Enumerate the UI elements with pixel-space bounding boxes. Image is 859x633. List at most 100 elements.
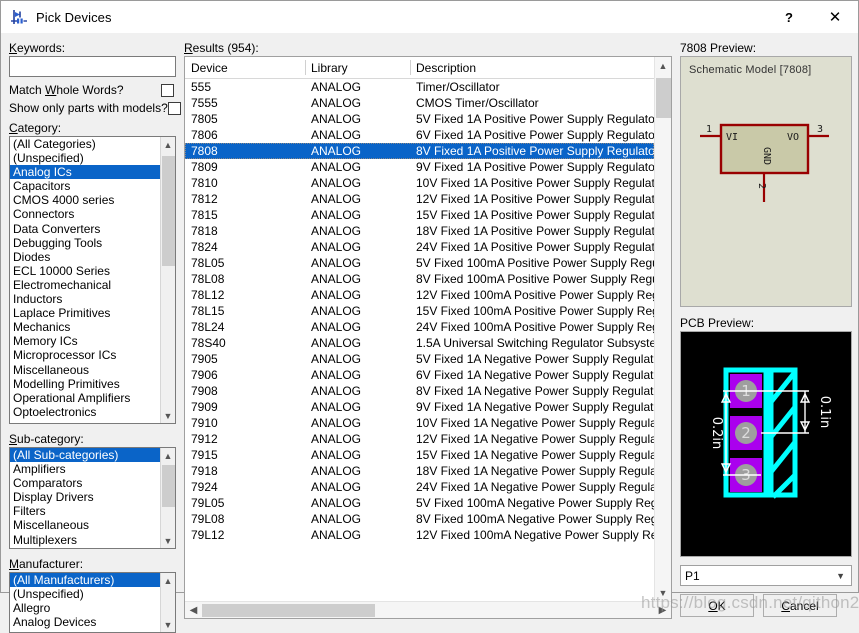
close-button[interactable]: ✕ [812,1,858,33]
subcategory-item[interactable]: Miscellaneous [10,518,160,532]
category-scrollbar[interactable]: ▲ ▼ [160,137,175,423]
category-item[interactable]: Miscellaneous [10,363,160,377]
subcategory-item[interactable]: Comparators [10,476,160,490]
category-item[interactable]: CMOS 4000 series [10,193,160,207]
subcategory-item[interactable]: Multiplexers [10,533,160,547]
scroll-track[interactable] [202,602,654,619]
chevron-down-icon[interactable]: ▼ [161,408,176,423]
subcategory-item[interactable]: Amplifiers [10,462,160,476]
results-horizontal-scrollbar[interactable]: ◀ ▶ [185,601,671,618]
manufacturer-item[interactable]: (Unspecified) [10,587,160,601]
category-item[interactable]: Memory ICs [10,334,160,348]
table-row[interactable]: 7818 ANALOG 18V Fixed 1A Positive Power Su… [185,223,654,239]
chevron-up-icon[interactable]: ▲ [161,573,176,588]
schematic-preview[interactable]: Schematic Model [7808] VI VO GND 1 3 2 [680,56,852,307]
table-row[interactable]: 7906 ANALOG 6V Fixed 1A Negative Power Sup… [185,367,654,383]
help-button[interactable]: ? [766,1,812,33]
chevron-up-icon[interactable]: ▲ [161,137,176,152]
pcb-preview[interactable]: 1 2 3 0.2in 0.1in [680,331,852,557]
table-row[interactable]: 7555 ANALOG CMOS Timer/Oscillator [185,95,654,111]
category-item[interactable]: Diodes [10,250,160,264]
category-item[interactable]: Inductors [10,292,160,306]
table-row[interactable]: 7810 ANALOG 10V Fixed 1A Positive Power Su… [185,175,654,191]
table-row[interactable]: 7924 ANALOG 24V Fixed 1A Negative Power Su… [185,479,654,495]
scroll-thumb[interactable] [161,156,175,266]
show-only-models-row[interactable]: Show only parts with models? [9,99,181,117]
ok-button[interactable]: OK [680,594,754,617]
category-item[interactable]: Debugging Tools [10,236,160,250]
match-whole-words-row[interactable]: Match Whole Words? [9,81,176,99]
table-row[interactable]: 7809 ANALOG 9V Fixed 1A Positive Power Sup… [185,159,654,175]
keywords-input[interactable] [9,56,176,77]
table-row[interactable]: 7808 ANALOG 8V Fixed 1A Positive Power Sup… [185,143,654,159]
manufacturer-item[interactable]: (All Manufacturers) [10,573,160,588]
category-item[interactable]: ECL 10000 Series [10,264,160,278]
column-header-device[interactable]: Device [185,57,305,79]
table-row[interactable]: 7915 ANALOG 15V Fixed 1A Negative Power Su… [185,447,654,463]
category-item[interactable]: Data Converters [10,222,160,236]
scroll-track[interactable] [161,152,176,408]
match-whole-words-checkbox[interactable] [161,83,174,97]
chevron-up-icon[interactable]: ▲ [161,448,176,463]
category-listbox[interactable]: (All Categories) (Unspecified) Analog ICs C… [9,136,176,424]
table-row[interactable]: 7806 ANALOG 6V Fixed 1A Positive Power Sup… [185,127,654,143]
manufacturer-list[interactable]: (All Manufacturers) (Unspecified) Allegro A… [10,573,160,632]
table-row[interactable]: 7824 ANALOG 24V Fixed 1A Positive Power Su… [185,239,654,255]
category-item[interactable]: Capacitors [10,179,160,193]
package-select[interactable]: P1 ▼ [680,565,852,586]
subcategory-item[interactable]: (All Sub-categories) [10,448,160,463]
results-rows[interactable]: 555 ANALOG Timer/Oscillator 7555 ANALOG CMOS … [185,79,654,601]
chevron-down-icon[interactable]: ▼ [161,617,176,632]
table-row[interactable]: 7805 ANALOG 5V Fixed 1A Positive Power Sup… [185,111,654,127]
cancel-button[interactable]: Cancel [763,594,837,617]
category-item[interactable]: Laplace Primitives [10,306,160,320]
chevron-right-icon[interactable]: ▶ [654,602,671,619]
show-only-models-checkbox[interactable] [167,101,181,115]
chevron-down-icon[interactable]: ▼ [161,533,176,548]
manufacturer-scrollbar[interactable]: ▲ ▼ [160,573,175,632]
category-item[interactable]: Analog ICs [10,165,160,180]
table-row[interactable]: 7909 ANALOG 9V Fixed 1A Negative Power Sup… [185,399,654,415]
column-header-library[interactable]: Library [305,57,410,79]
table-row[interactable]: 78L12 ANALOG 12V Fixed 100mA Positive Powe… [185,287,654,303]
table-row[interactable]: 79L08 ANALOG 8V Fixed 100mA Negative Power… [185,511,654,527]
scroll-thumb[interactable] [655,78,671,118]
category-item[interactable]: Connectors [10,207,160,221]
table-row[interactable]: 7908 ANALOG 8V Fixed 1A Negative Power Sup… [185,383,654,399]
table-row[interactable]: 79L12 ANALOG 12V Fixed 100mA Negative Powe… [185,527,654,543]
chevron-up-icon[interactable]: ▲ [655,57,672,74]
results-grid[interactable]: Device Library Description 555 ANALOG Time… [185,57,654,601]
manufacturer-listbox[interactable]: (All Manufacturers) (Unspecified) Allegro A… [9,572,176,633]
category-item[interactable]: (All Categories) [10,137,160,151]
column-header-description[interactable]: Description [410,57,654,79]
chevron-down-icon[interactable]: ▼ [836,571,845,581]
category-item[interactable]: Mechanics [10,320,160,334]
table-row[interactable]: 7912 ANALOG 12V Fixed 1A Negative Power Su… [185,431,654,447]
table-row[interactable]: 555 ANALOG Timer/Oscillator [185,79,654,95]
table-row[interactable]: 78L05 ANALOG 5V Fixed 100mA Positive Power… [185,255,654,271]
subcategory-item[interactable]: Filters [10,504,160,518]
scroll-track[interactable] [655,74,672,584]
scroll-track[interactable] [161,463,176,533]
scroll-thumb[interactable] [161,465,175,507]
table-row[interactable]: 7812 ANALOG 12V Fixed 1A Positive Power Su… [185,191,654,207]
category-item[interactable]: Microprocessor ICs [10,348,160,362]
table-row[interactable]: 7910 ANALOG 10V Fixed 1A Negative Power Su… [185,415,654,431]
table-row[interactable]: 7905 ANALOG 5V Fixed 1A Negative Power Sup… [185,351,654,367]
table-row[interactable]: 79L05 ANALOG 5V Fixed 100mA Negative Power… [185,495,654,511]
chevron-left-icon[interactable]: ◀ [185,602,202,619]
category-item[interactable]: (Unspecified) [10,151,160,165]
subcategory-scrollbar[interactable]: ▲ ▼ [160,448,175,548]
table-row[interactable]: 78L24 ANALOG 24V Fixed 100mA Positive Powe… [185,319,654,335]
subcategory-listbox[interactable]: (All Sub-categories) Amplifiers Comparator… [9,447,176,549]
category-item[interactable]: Electromechanical [10,278,160,292]
category-item[interactable]: Optoelectronics [10,405,160,419]
scroll-thumb[interactable] [202,603,375,617]
scroll-track[interactable] [161,588,176,617]
table-row[interactable]: 7918 ANALOG 18V Fixed 1A Negative Power Su… [185,463,654,479]
results-vertical-scrollbar[interactable]: ▲ ▼ [654,57,671,601]
subcategory-item[interactable]: Display Drivers [10,490,160,504]
category-item[interactable]: Modelling Primitives [10,377,160,391]
table-row[interactable]: 78L15 ANALOG 15V Fixed 100mA Positive Powe… [185,303,654,319]
table-row[interactable]: 78L08 ANALOG 8V Fixed 100mA Positive Power… [185,271,654,287]
